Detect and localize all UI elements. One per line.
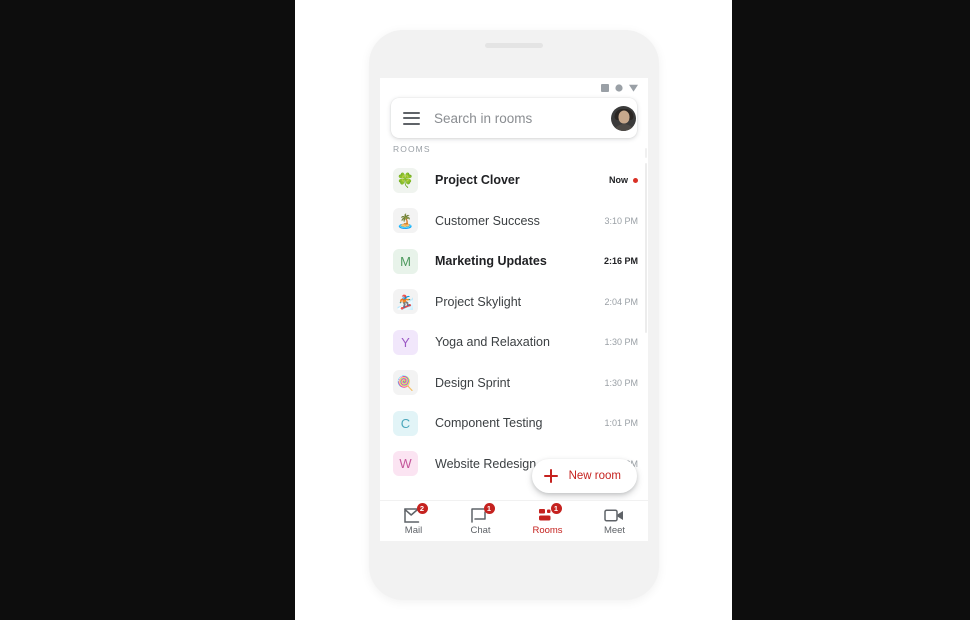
phone-speaker-grille — [485, 43, 543, 48]
search-input[interactable] — [434, 110, 611, 126]
room-title: Yoga and Relaxation — [435, 335, 550, 350]
room-title: Design Sprint — [435, 375, 511, 390]
scrollbar-track[interactable] — [644, 148, 647, 158]
scrollbar-thumb[interactable] — [644, 163, 647, 333]
nav-label: Rooms — [532, 525, 563, 537]
room-list-item[interactable]: C Component Testing 1:01 PM — [380, 403, 648, 444]
room-avatar-letter: C — [393, 410, 418, 436]
room-timestamp-wrap: 1:30 PM — [604, 337, 638, 347]
room-timestamp: 1:30 PM — [604, 377, 638, 388]
new-room-fab-button[interactable]: New room — [531, 459, 637, 493]
nav-badge: 2 — [416, 503, 428, 515]
room-timestamp: 2:04 PM — [604, 296, 638, 307]
letterbox-left — [0, 0, 295, 620]
room-title: Customer Success — [435, 213, 540, 228]
room-timestamp: 3:10 PM — [604, 215, 638, 226]
phone-mockup: ROOMS 🍀 Project Clover Now 🏝️ Customer Succe… — [369, 30, 659, 600]
room-avatar-emoji: 🍭 — [393, 370, 418, 396]
rooms-icon: 1 — [535, 503, 562, 524]
nav-item-rooms[interactable]: 1 Rooms — [514, 503, 581, 537]
room-timestamp: Now — [609, 175, 628, 186]
room-title: Component Testing — [435, 416, 543, 431]
room-timestamp: 1:01 PM — [604, 418, 638, 429]
nav-badge: 1 — [483, 503, 495, 515]
user-avatar[interactable] — [611, 105, 636, 131]
room-timestamp: 2:16 PM — [603, 256, 638, 267]
plus-icon — [543, 469, 558, 483]
room-timestamp-wrap: 1:30 PM — [604, 378, 638, 388]
room-title: Marketing Updates — [435, 254, 547, 269]
room-list-item[interactable]: 🍭 Design Sprint 1:30 PM — [380, 363, 648, 404]
nav-item-chat[interactable]: 1 Chat — [447, 503, 514, 537]
room-timestamp-wrap: 1:01 PM — [604, 418, 638, 428]
signal-icon — [629, 79, 638, 97]
white-canvas: ROOMS 🍀 Project Clover Now 🏝️ Customer Succe… — [295, 0, 732, 620]
nav-label: Meet — [603, 525, 626, 537]
status-bar — [380, 78, 648, 98]
meet-icon — [602, 506, 628, 524]
room-timestamp: 1:30 PM — [604, 337, 638, 348]
mail-icon: 2 — [401, 503, 428, 524]
room-avatar-emoji: 🏂 — [393, 289, 418, 315]
hamburger-menu-icon[interactable] — [403, 111, 420, 125]
unread-dot-icon — [633, 177, 638, 183]
room-list-item[interactable]: 🍀 Project Clover Now — [380, 160, 648, 201]
room-title: Project Clover — [435, 173, 520, 188]
room-timestamp-wrap: 3:10 PM — [604, 216, 638, 226]
room-timestamp-wrap: 2:04 PM — [604, 297, 638, 307]
nav-item-mail[interactable]: 2 Mail — [380, 503, 447, 537]
nav-item-meet[interactable]: Meet — [581, 506, 648, 536]
letterbox-right — [732, 0, 970, 620]
room-title: Project Skylight — [435, 294, 522, 309]
room-avatar-emoji: 🍀 — [393, 167, 418, 193]
room-list-item[interactable]: 🏂 Project Skylight 2:04 PM — [380, 282, 648, 323]
chat-icon: 1 — [468, 503, 495, 524]
wifi-icon — [615, 79, 623, 97]
room-list-item[interactable]: Y Yoga and Relaxation 1:30 PM — [380, 322, 648, 363]
battery-icon — [601, 79, 609, 97]
bottom-navigation-bar[interactable]: 2 Mail 1 Chat 1 Rooms Meet — [380, 500, 648, 541]
search-bar[interactable] — [391, 98, 637, 138]
section-header-rooms: ROOMS — [393, 144, 431, 154]
room-timestamp-wrap: 2:16 PM — [604, 256, 638, 266]
screenshot-stage: ROOMS 🍀 Project Clover Now 🏝️ Customer Succe… — [0, 0, 970, 620]
phone-screen: ROOMS 🍀 Project Clover Now 🏝️ Customer Succe… — [380, 78, 648, 541]
room-avatar-letter: Y — [393, 329, 418, 355]
new-room-label: New room — [568, 470, 621, 482]
room-avatar-letter: W — [393, 451, 418, 477]
nav-label: Mail — [404, 525, 423, 537]
nav-label: Chat — [470, 525, 491, 537]
nav-badge: 1 — [550, 503, 562, 515]
room-avatar-letter: M — [393, 248, 418, 274]
rooms-list[interactable]: 🍀 Project Clover Now 🏝️ Customer Success 3:10… — [380, 160, 648, 501]
room-list-item[interactable]: 🏝️ Customer Success 3:10 PM — [380, 201, 648, 242]
room-avatar-emoji: 🏝️ — [393, 208, 418, 234]
room-list-item[interactable]: M Marketing Updates 2:16 PM — [380, 241, 648, 282]
room-timestamp-wrap: Now — [609, 175, 638, 185]
